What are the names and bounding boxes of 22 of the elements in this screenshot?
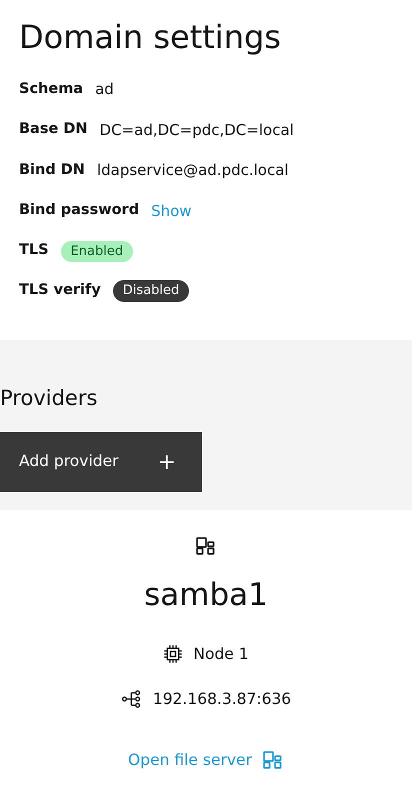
network-icon: [120, 689, 143, 710]
page-title: Domain settings: [18, 17, 282, 56]
field-label: Bind password: [19, 201, 140, 220]
field-label: TLS: [19, 241, 49, 260]
add-provider-button[interactable]: Add provider +: [0, 432, 202, 492]
node-label: Node 1: [193, 644, 249, 665]
status-tag: Enabled: [60, 240, 134, 262]
open-file-server-link[interactable]: Open file server: [128, 749, 284, 772]
show-password-link[interactable]: Show: [151, 200, 192, 222]
section-title: Providers: [0, 386, 98, 412]
address-label: 192.168.3.87:636: [152, 688, 292, 710]
field-label: Schema: [19, 80, 84, 99]
field-value: ad: [95, 79, 114, 100]
field-value: DC=ad,DC=pdc,DC=local: [100, 120, 294, 141]
field-label: TLS verify: [19, 281, 101, 300]
field-label: Bind DN: [19, 160, 85, 180]
field-value: ldapservice@ad.pdc.local: [96, 160, 289, 182]
status-tag: Disabled: [112, 280, 190, 302]
chip-icon: [163, 644, 184, 664]
field-label: Base DN: [19, 120, 88, 140]
plus-icon: +: [158, 446, 176, 479]
provider-name: samba1: [144, 576, 268, 616]
